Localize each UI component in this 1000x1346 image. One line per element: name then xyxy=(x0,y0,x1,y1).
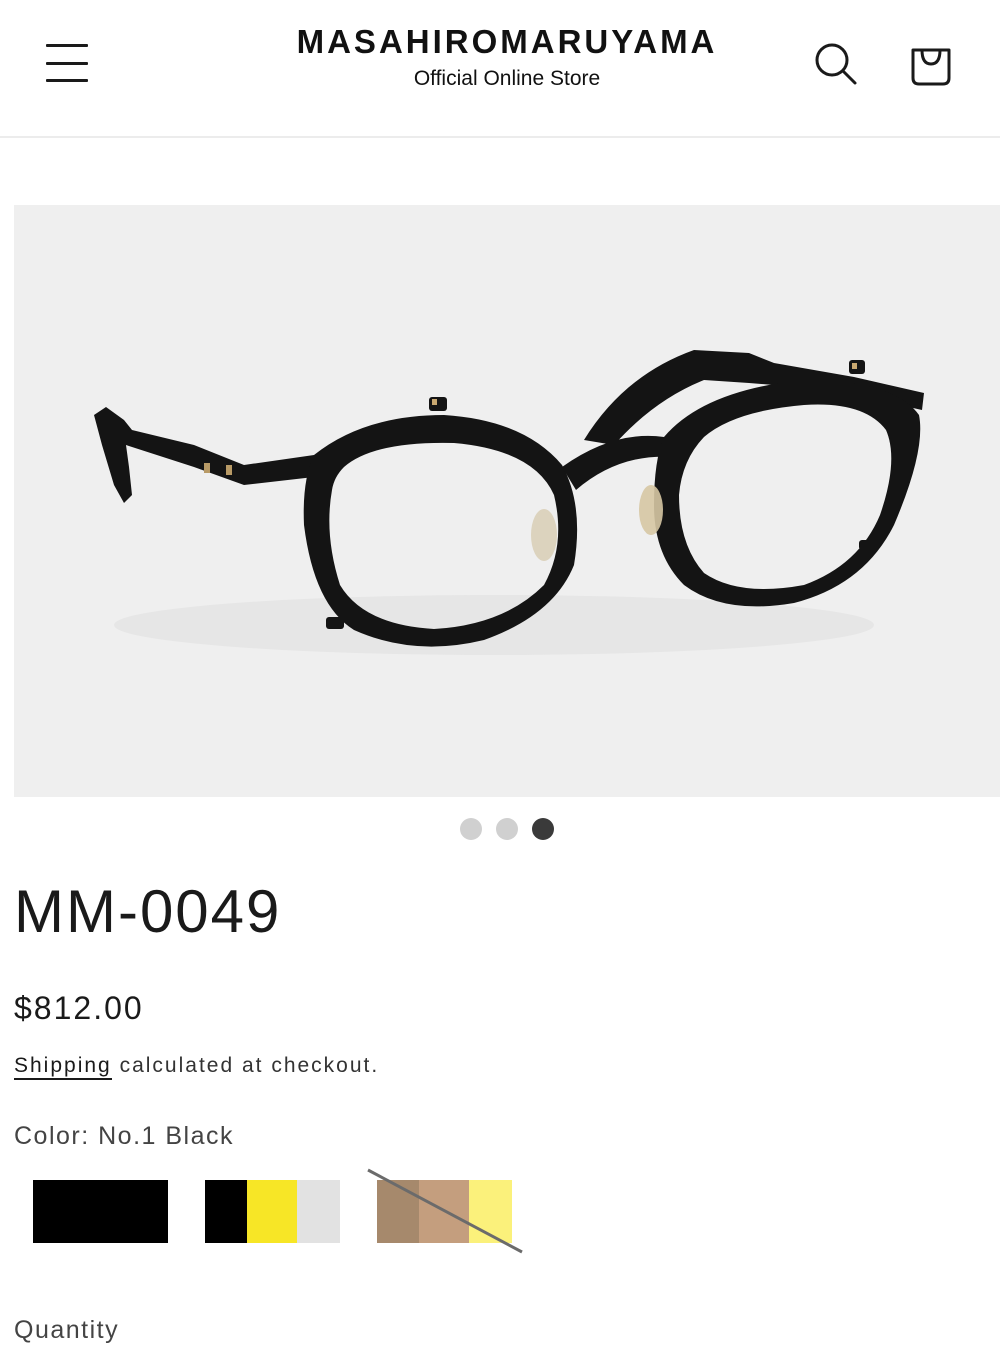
shopping-bag-icon[interactable] xyxy=(904,38,958,90)
color-label: Color: No.1 Black xyxy=(14,1122,235,1150)
brand-logo[interactable]: MASAHIROMARUYAMA Official Online Store xyxy=(250,22,764,94)
product-title: MM-0049 xyxy=(14,878,282,945)
search-icon[interactable] xyxy=(810,38,862,90)
color-swatch-black-yellow-gray[interactable] xyxy=(205,1180,340,1243)
shipping-note-text: calculated at checkout. xyxy=(111,1054,380,1077)
brand-name[interactable]: MASAHIROMARUYAMA xyxy=(250,22,764,62)
product-image xyxy=(14,205,1000,797)
site-header: MASAHIROMARUYAMA Official Online Store xyxy=(0,0,1000,138)
product-image-gallery[interactable] xyxy=(14,205,1000,797)
gallery-dot-2[interactable] xyxy=(496,818,518,840)
gallery-dot-1[interactable] xyxy=(460,818,482,840)
color-swatch-no1-black[interactable] xyxy=(33,1180,168,1243)
quantity-label: Quantity xyxy=(14,1316,120,1344)
brand-subtitle: Official Online Store xyxy=(413,67,601,90)
shipping-note: Shipping calculated at checkout. xyxy=(14,1052,379,1080)
color-swatch-brown-beige-yellow-unavailable[interactable] xyxy=(377,1180,512,1243)
shipping-link[interactable]: Shipping xyxy=(14,1054,112,1080)
product-price: $812.00 xyxy=(14,990,144,1026)
gallery-dot-3-active[interactable] xyxy=(532,818,554,840)
gallery-pagination xyxy=(460,818,554,842)
hamburger-menu-icon[interactable] xyxy=(44,40,90,86)
